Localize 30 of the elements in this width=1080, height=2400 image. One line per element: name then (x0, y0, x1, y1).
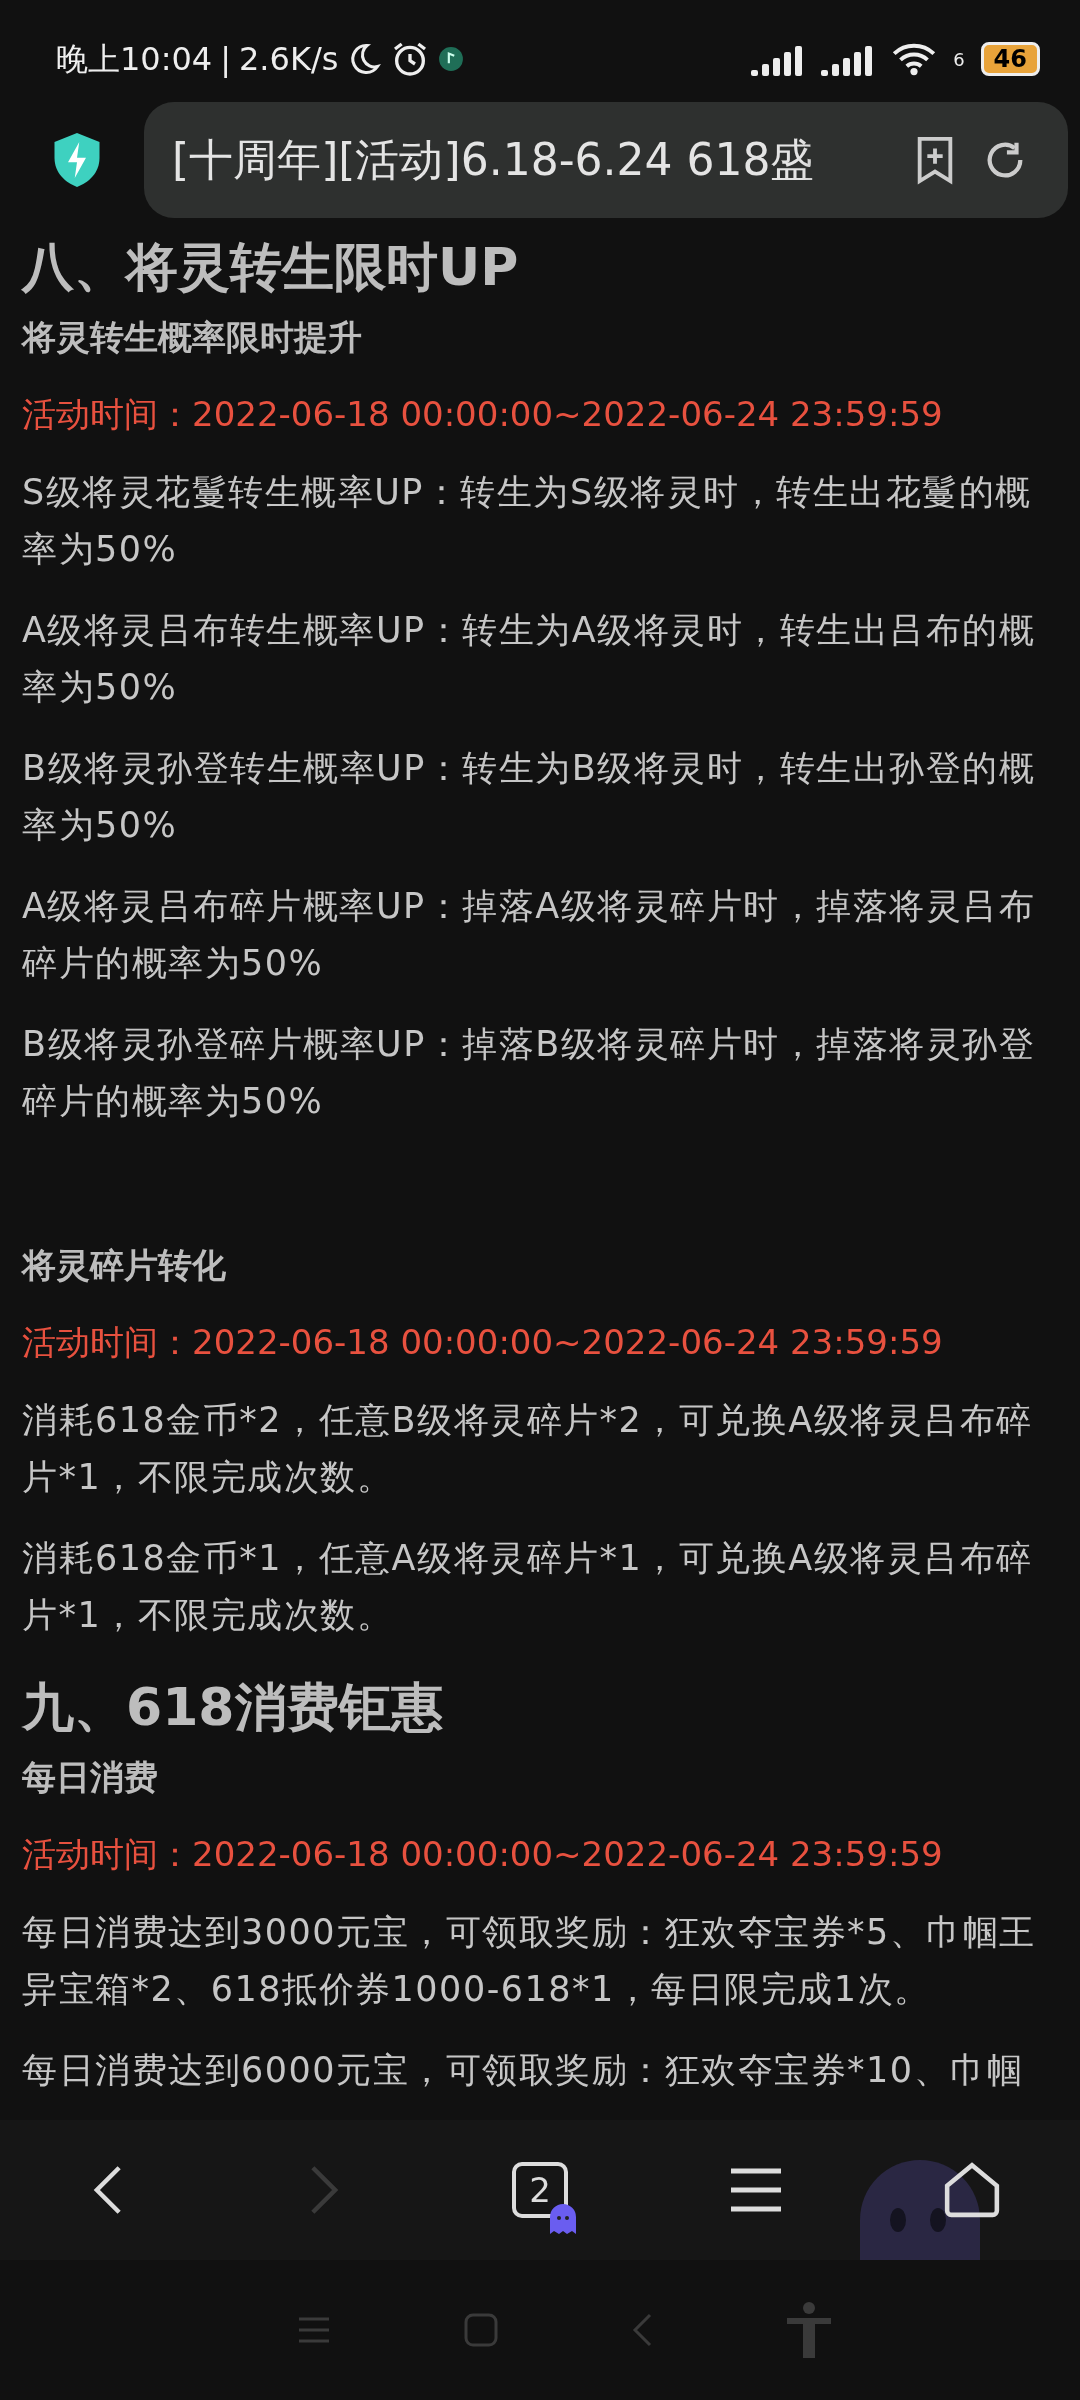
recents-icon[interactable] (296, 2316, 331, 2344)
clock-time: 晚上10:04 (56, 39, 213, 80)
subsection-title: 每日消费 (22, 1756, 159, 1799)
event-time: 活动时间：2022-06-18 00:00:00~2022-06-24 23:59:59 (22, 1321, 944, 1364)
back-nav-icon[interactable] (631, 2313, 652, 2347)
separator: | (220, 39, 231, 80)
paragraph: B级将灵孙登碎片概率UP：掉落B级将灵碎片时，掉落将灵孙登碎片的概率为50% (22, 1023, 1037, 1123)
battery-level: 46 (980, 42, 1040, 76)
paragraph: A级将灵吕布碎片概率UP：掉落A级将灵碎片时，掉落将灵吕布碎片的概率为50% (22, 885, 1037, 985)
ghost-badge-icon (550, 2204, 576, 2234)
paragraph: B级将灵孙登转生概率UP：转生为B级将灵时，转生出孙登的概率为50% (22, 747, 1037, 847)
paragraph: 每日消费达到3000元宝，可领取奖励：狂欢夺宝券*5、巾帼王异宝箱*2、618抵价券1000-618*1，每日限完成1次。 (22, 1911, 1037, 2011)
subsection-title: 将灵转生概率限时提升 (22, 316, 363, 359)
wifi-icon (891, 41, 938, 77)
event-time: 活动时间：2022-06-18 00:00:00~2022-06-24 23:59:59 (22, 393, 944, 436)
accessibility-icon[interactable] (785, 2302, 834, 2358)
paragraph: 消耗618金币*1，任意A级将灵碎片*1，可兑换A级将灵吕布碎片*1，不限完成次数。 (22, 1537, 1034, 1637)
paragraph: S级将灵花鬘转生概率UP：转生为S级将灵时，转生出花鬘的概率为50% (22, 471, 1033, 571)
paragraph: 每日消费达到6000元宝，可领取奖励：狂欢夺宝券*10、巾帼 (22, 2049, 1025, 2092)
music-app-icon (438, 46, 465, 72)
subsection-title: 将灵碎片转化 (22, 1244, 227, 1287)
event-time: 活动时间：2022-06-18 00:00:00~2022-06-24 23:59:59 (22, 1833, 944, 1876)
network-speed: 2.6K/s (239, 39, 339, 80)
tabs-button[interactable]: 2 (432, 2120, 648, 2260)
section-heading: 八、将灵转生限时UP (22, 236, 520, 299)
paragraph: A级将灵吕布转生概率UP：转生为A级将灵时，转生出吕布的概率为50% (22, 609, 1037, 709)
wifi-label: 6 (953, 47, 965, 72)
home-square-icon[interactable] (464, 2313, 499, 2347)
section-heading: 九、618消费钜惠 (22, 1676, 444, 1739)
paragraph: 消耗618金币*2，任意B级将灵碎片*2，可兑换A级将灵吕布碎片*1，不限完成次数。 (22, 1399, 1034, 1499)
